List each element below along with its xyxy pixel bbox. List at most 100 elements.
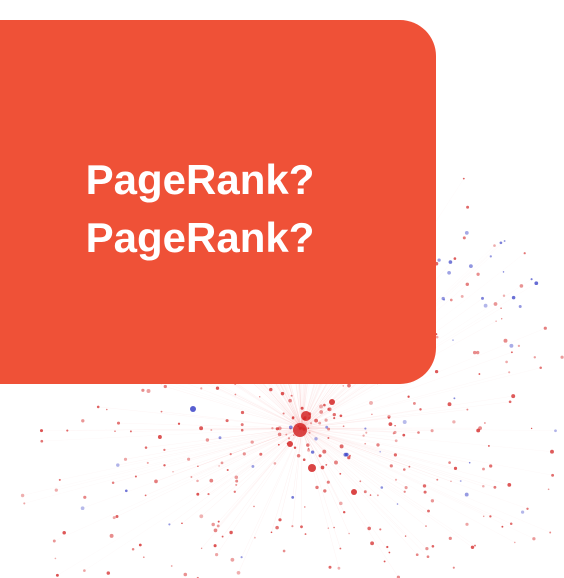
callout-line-1: PageRank? <box>85 156 315 203</box>
graph-node <box>470 545 475 549</box>
graph-node <box>177 422 181 425</box>
graph-node <box>388 551 391 554</box>
graph-node <box>371 413 373 416</box>
graph-node <box>342 425 345 428</box>
graph-node <box>291 496 295 499</box>
graph-edge <box>238 427 303 573</box>
graph-node <box>116 421 121 425</box>
graph-node <box>218 436 222 440</box>
graph-node <box>435 335 439 339</box>
graph-node <box>310 422 313 425</box>
graph-node <box>181 522 183 525</box>
graph-node <box>250 440 254 444</box>
graph-node <box>327 437 330 439</box>
graph-node <box>339 414 343 418</box>
graph-node <box>430 429 434 433</box>
graph-node <box>367 526 372 531</box>
graph-edge <box>301 427 429 512</box>
graph-node <box>364 427 367 430</box>
graph-node <box>549 531 552 534</box>
graph-edge <box>197 427 303 482</box>
graph-node <box>474 544 476 547</box>
graph-node <box>215 553 219 557</box>
graph-node <box>306 443 310 447</box>
graph-node <box>425 546 429 551</box>
graph-node <box>423 490 427 494</box>
graph-node <box>342 510 346 514</box>
graph-node <box>511 394 516 399</box>
graph-node <box>160 410 163 413</box>
graph-node <box>482 515 485 518</box>
graph-node <box>482 485 485 488</box>
graph-node <box>168 523 171 526</box>
graph-node <box>452 339 454 341</box>
graph-node <box>163 384 167 389</box>
graph-node <box>300 525 303 529</box>
graph-node <box>431 544 435 548</box>
graph-node <box>172 470 174 473</box>
graph-node <box>282 412 285 415</box>
graph-node <box>205 438 210 442</box>
graph-node <box>328 565 332 569</box>
graph-node <box>452 566 455 569</box>
graph-node <box>501 525 504 528</box>
graph-node <box>187 457 191 461</box>
graph-edge <box>118 422 303 429</box>
graph-node <box>323 489 327 493</box>
graph-node <box>324 418 328 422</box>
graph-node <box>362 434 365 437</box>
graph-node <box>510 351 513 354</box>
graph-node <box>482 467 485 471</box>
graph-node <box>380 486 384 489</box>
graph-node <box>273 462 277 465</box>
graph-node <box>560 355 564 359</box>
graph-node <box>285 433 288 436</box>
graph-node <box>209 478 214 483</box>
graph-node <box>288 398 292 403</box>
graph-node <box>225 419 229 423</box>
graph-node <box>339 444 344 449</box>
graph-node <box>502 294 506 298</box>
graph-node <box>289 428 292 430</box>
graph-node <box>503 338 508 343</box>
graph-node <box>393 453 397 457</box>
graph-node <box>144 494 147 497</box>
callout-box: PageRank? PageRank? <box>0 20 436 384</box>
graph-node <box>287 437 291 440</box>
graph-node <box>468 264 473 269</box>
graph-node <box>293 434 295 436</box>
graph-node <box>359 480 362 483</box>
graph-node <box>333 417 336 420</box>
graph-node <box>236 570 241 575</box>
graph-edge <box>125 427 303 460</box>
graph-node <box>270 531 273 534</box>
graph-node <box>199 426 204 431</box>
graph-node <box>489 255 492 258</box>
graph-edge <box>301 427 551 533</box>
graph-node <box>240 428 244 432</box>
graph-node <box>221 535 224 538</box>
graph-node <box>157 435 162 439</box>
graph-node <box>543 326 547 330</box>
graph-node <box>404 535 407 537</box>
graph-node <box>307 427 310 429</box>
graph-edge <box>116 427 303 517</box>
graph-node <box>234 393 237 396</box>
graph-node <box>215 386 220 390</box>
graph-hub-node <box>329 399 335 405</box>
graph-node <box>487 444 490 447</box>
graph-node <box>197 465 199 468</box>
graph-node <box>389 464 393 468</box>
graph-node <box>530 278 533 281</box>
graph-node <box>507 483 512 487</box>
graph-node <box>83 495 87 499</box>
graph-node <box>476 272 480 276</box>
graph-node <box>430 499 435 503</box>
graph-node <box>106 571 111 575</box>
graph-node <box>465 282 470 287</box>
graph-node <box>489 464 493 468</box>
graph-node <box>242 452 246 456</box>
graph-node <box>323 403 326 407</box>
graph-node <box>453 466 458 471</box>
graph-node <box>426 555 430 559</box>
